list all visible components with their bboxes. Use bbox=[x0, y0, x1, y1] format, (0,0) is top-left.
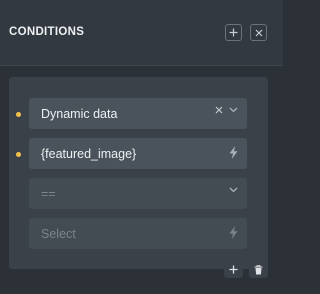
add-condition-group-button[interactable] bbox=[225, 24, 242, 41]
clear-icon[interactable] bbox=[215, 106, 223, 114]
lightning-icon[interactable] bbox=[229, 146, 238, 159]
trash-icon bbox=[254, 264, 263, 274]
add-condition-button[interactable] bbox=[224, 261, 243, 278]
plus-icon bbox=[229, 265, 238, 274]
plus-icon bbox=[229, 28, 238, 37]
active-indicator-dot bbox=[16, 112, 21, 117]
close-icon bbox=[255, 29, 262, 36]
lightning-icon[interactable] bbox=[229, 226, 238, 239]
condition-key-select[interactable]: Dynamic data bbox=[29, 98, 247, 129]
active-indicator-dot bbox=[16, 152, 21, 157]
conditions-header: CONDITIONS bbox=[0, 0, 283, 66]
chevron-down-icon[interactable] bbox=[229, 187, 238, 193]
chevron-down-icon[interactable] bbox=[229, 107, 238, 113]
condition-group-panel: Dynamic data {featured_image} == Select bbox=[9, 77, 268, 269]
dynamic-tag-input[interactable]: {featured_image} bbox=[29, 138, 247, 169]
operator-value: == bbox=[41, 186, 56, 201]
operator-select[interactable]: == bbox=[29, 178, 247, 209]
close-conditions-button[interactable] bbox=[250, 24, 267, 41]
delete-condition-button[interactable] bbox=[249, 261, 268, 278]
condition-value-field[interactable]: Select bbox=[29, 218, 247, 249]
condition-value-placeholder: Select bbox=[41, 226, 76, 241]
panel-title: CONDITIONS bbox=[9, 26, 85, 38]
dynamic-tag-value: {featured_image} bbox=[41, 146, 137, 161]
